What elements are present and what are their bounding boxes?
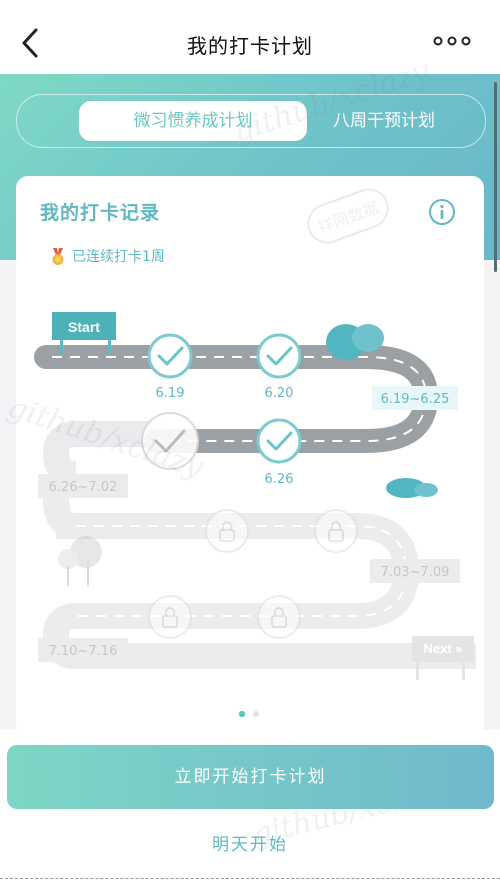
more-options-icon[interactable] (432, 34, 472, 48)
checkin-road-map: Start Next » 6.19 6.20 6.26 6.19~6.25 6.… (34, 312, 476, 680)
tab-micro-habit-plan[interactable]: 微习惯养成计划 (79, 101, 307, 141)
checkpoint-locked[interactable] (148, 595, 192, 639)
tab-eight-week-plan[interactable]: 八周干预计划 (309, 101, 459, 141)
week-label: 6.19~6.25 (372, 386, 458, 410)
start-label: Start (68, 319, 100, 335)
svg-text:6.26~7.02: 6.26~7.02 (49, 480, 118, 495)
checkpoint-missed[interactable] (141, 412, 199, 470)
checkpoint-locked[interactable] (257, 595, 301, 639)
start-tomorrow-link[interactable]: 明天开始 (0, 830, 500, 855)
plan-tab-switcher: 微习惯养成计划 八周干预计划 (16, 94, 486, 148)
scroll-indicator (494, 82, 497, 272)
checkpoint-locked[interactable] (314, 509, 358, 553)
page-dot[interactable] (253, 711, 259, 717)
checkpoint-done[interactable]: 6.26 (256, 418, 302, 487)
bottom-divider (0, 878, 500, 881)
week-label: 6.26~7.02 (38, 474, 128, 498)
svg-text:6.19~6.25: 6.19~6.25 (381, 392, 450, 407)
checkpoint-date: 6.20 (265, 386, 294, 401)
top-bar: 我的打卡计划 (0, 0, 500, 74)
checkpoint-date: 6.19 (156, 386, 185, 401)
page-title: 我的打卡计划 (187, 34, 313, 58)
page-dot-active[interactable] (238, 710, 246, 718)
svg-text:7.10~7.16: 7.10~7.16 (49, 644, 118, 659)
week-label: 7.10~7.16 (38, 638, 128, 662)
next-label: Next » (423, 641, 462, 656)
checkpoint-locked[interactable] (205, 509, 249, 553)
next-sign: Next » (412, 636, 474, 680)
start-plan-button[interactable]: 立即开始打卡计划 (7, 745, 494, 809)
week-label: 7.03~7.09 (370, 559, 460, 583)
checkpoint-date: 6.26 (265, 472, 294, 487)
checkpoint-done[interactable]: 6.20 (256, 333, 302, 401)
page-indicator (238, 710, 259, 718)
checkpoint-done[interactable]: 6.19 (147, 333, 193, 401)
svg-text:7.03~7.09: 7.03~7.09 (381, 565, 450, 580)
tree-decoration (58, 536, 102, 586)
